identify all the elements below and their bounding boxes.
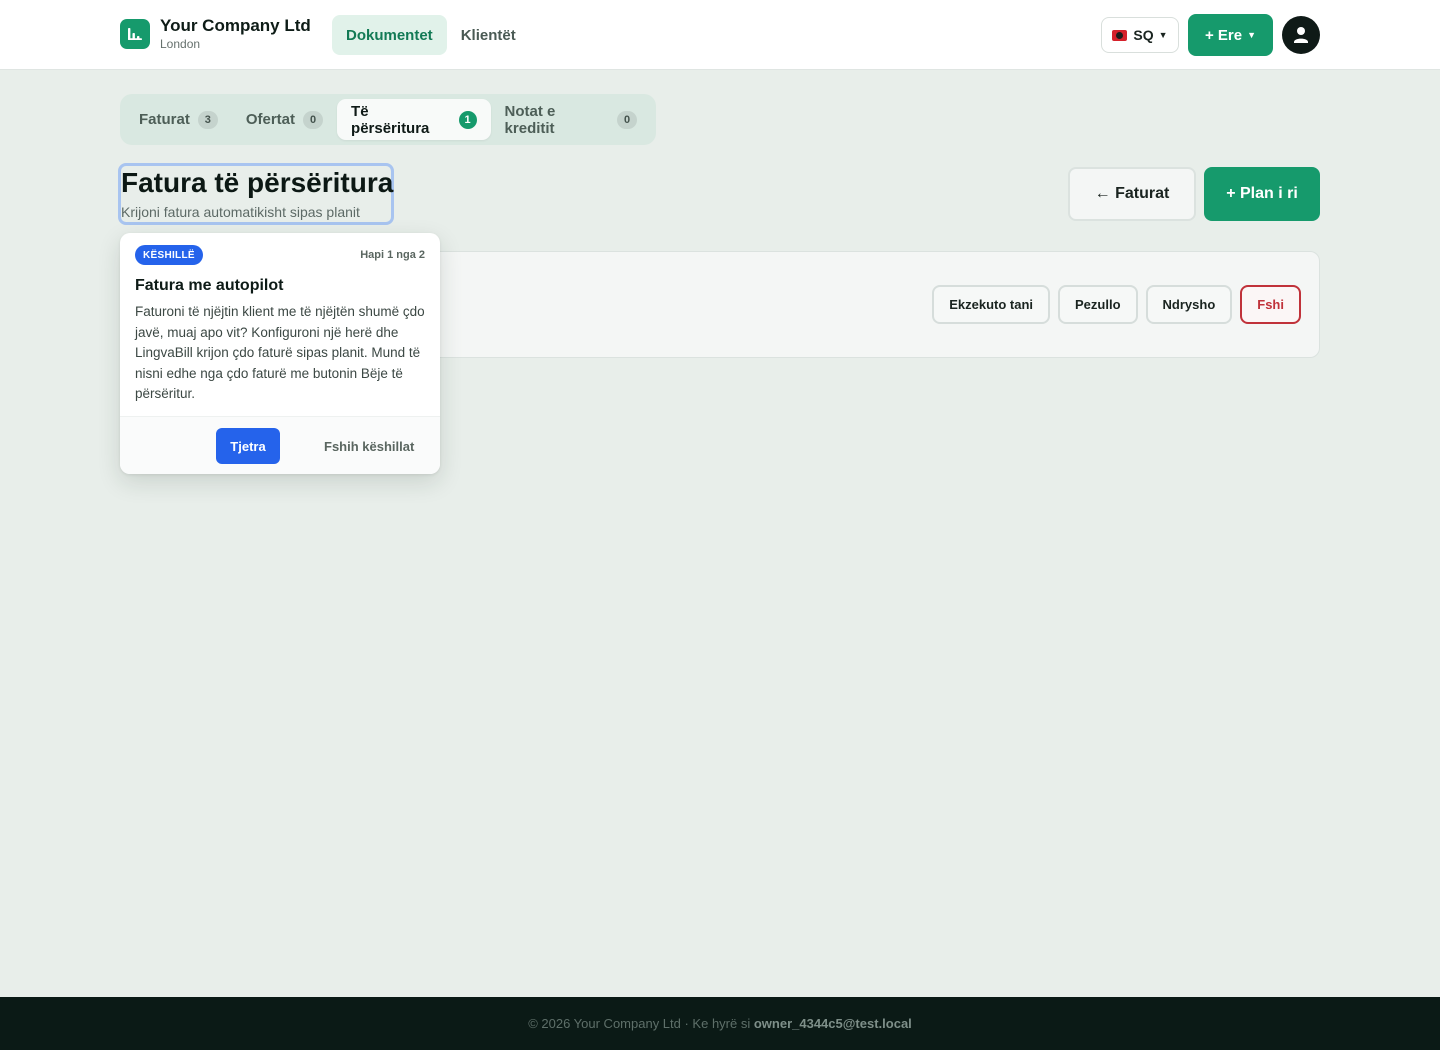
tab-credit-notes[interactable]: Notat e kreditit 0 xyxy=(491,99,651,140)
tab-label: Ofertat xyxy=(245,111,296,128)
tab-count-badge: 1 xyxy=(458,110,477,129)
pause-button[interactable]: Pezullo xyxy=(1058,285,1138,324)
brand[interactable]: Your Company Ltd London xyxy=(120,16,311,52)
tab-quotes[interactable]: Ofertat 0 xyxy=(232,99,337,140)
run-now-button[interactable]: Ekzekuto tani xyxy=(932,285,1051,324)
page-title-block: Fatura të përsëritura Krijoni fatura aut… xyxy=(118,163,394,225)
albania-flag-icon xyxy=(1112,29,1128,41)
edit-button[interactable]: Ndrysho xyxy=(1145,285,1233,324)
chevron-down-icon: ▼ xyxy=(1158,30,1168,40)
new-plan-button[interactable]: + Plan i ri xyxy=(1204,167,1320,221)
onboarding-tooltip: KËSHILLË Hapi 1 nga 2 Fatura me autopilo… xyxy=(120,233,440,474)
tab-label: Notat e kreditit xyxy=(504,102,556,137)
nav-documents[interactable]: Dokumentet xyxy=(332,15,447,55)
tab-count-badge: 3 xyxy=(197,110,218,129)
chevron-down-icon: ▼ xyxy=(1247,30,1257,40)
document-tabs: Faturat 3 Ofertat 0 Të përsëritura 1 Not… xyxy=(120,94,656,145)
tab-label: Faturat xyxy=(139,111,190,128)
language-code: SQ xyxy=(1133,27,1154,43)
tab-recurring[interactable]: Të përsëritura 1 xyxy=(337,99,491,140)
tip-body: Faturoni të njëjtin klient me të njëjtën… xyxy=(135,304,425,402)
user-icon xyxy=(1294,27,1308,43)
tip-title: Fatura me autopilot xyxy=(135,277,284,294)
delete-button[interactable]: Fshi xyxy=(1240,285,1301,324)
page-title: Fatura të përsëritura xyxy=(121,167,394,198)
tip-next-button[interactable]: Tjetra xyxy=(216,428,280,464)
tip-badge: KËSHILLË xyxy=(135,245,203,265)
main-nav: Dokumentet Klientët xyxy=(332,15,530,55)
tab-label: Të përsëritura xyxy=(351,102,430,137)
language-select[interactable]: SQ ▼ xyxy=(1101,17,1179,53)
plan-actions: Ekzekuto tani Pezullo Ndrysho Fshi xyxy=(932,285,1301,324)
back-to-invoices-button[interactable]: ← Faturat xyxy=(1068,167,1196,221)
tip-step-indicator: Hapi 1 nga 2 xyxy=(360,249,425,261)
create-new-label: + Ere xyxy=(1204,26,1243,44)
user-avatar[interactable] xyxy=(1282,16,1320,54)
top-header: Your Company Ltd London Dokumentet Klien… xyxy=(0,0,1440,70)
footer-text: © 2026 Your Company Ltd · Ke hyrë si xyxy=(528,1016,751,1031)
page-subtitle: Krijoni fatura automatikisht sipas plani… xyxy=(121,204,360,220)
hide-tips-button[interactable]: Fshih këshillat xyxy=(324,428,414,464)
tab-count-badge: 0 xyxy=(617,110,637,129)
tab-invoices[interactable]: Faturat 3 xyxy=(125,99,232,140)
bar-chart-icon xyxy=(120,19,150,49)
tab-count-badge: 0 xyxy=(303,110,324,129)
company-city: London xyxy=(160,37,201,51)
tip-footer: Tjetra Fshih këshillat xyxy=(120,416,440,474)
footer-user-email: owner_4344c5@test.local xyxy=(753,1016,912,1031)
nav-clients[interactable]: Klientët xyxy=(447,15,530,55)
company-name: Your Company Ltd xyxy=(160,16,311,35)
page-footer: © 2026 Your Company Ltd · Ke hyrë si own… xyxy=(0,997,1440,1050)
create-new-button[interactable]: + Ere ▼ xyxy=(1188,14,1273,56)
